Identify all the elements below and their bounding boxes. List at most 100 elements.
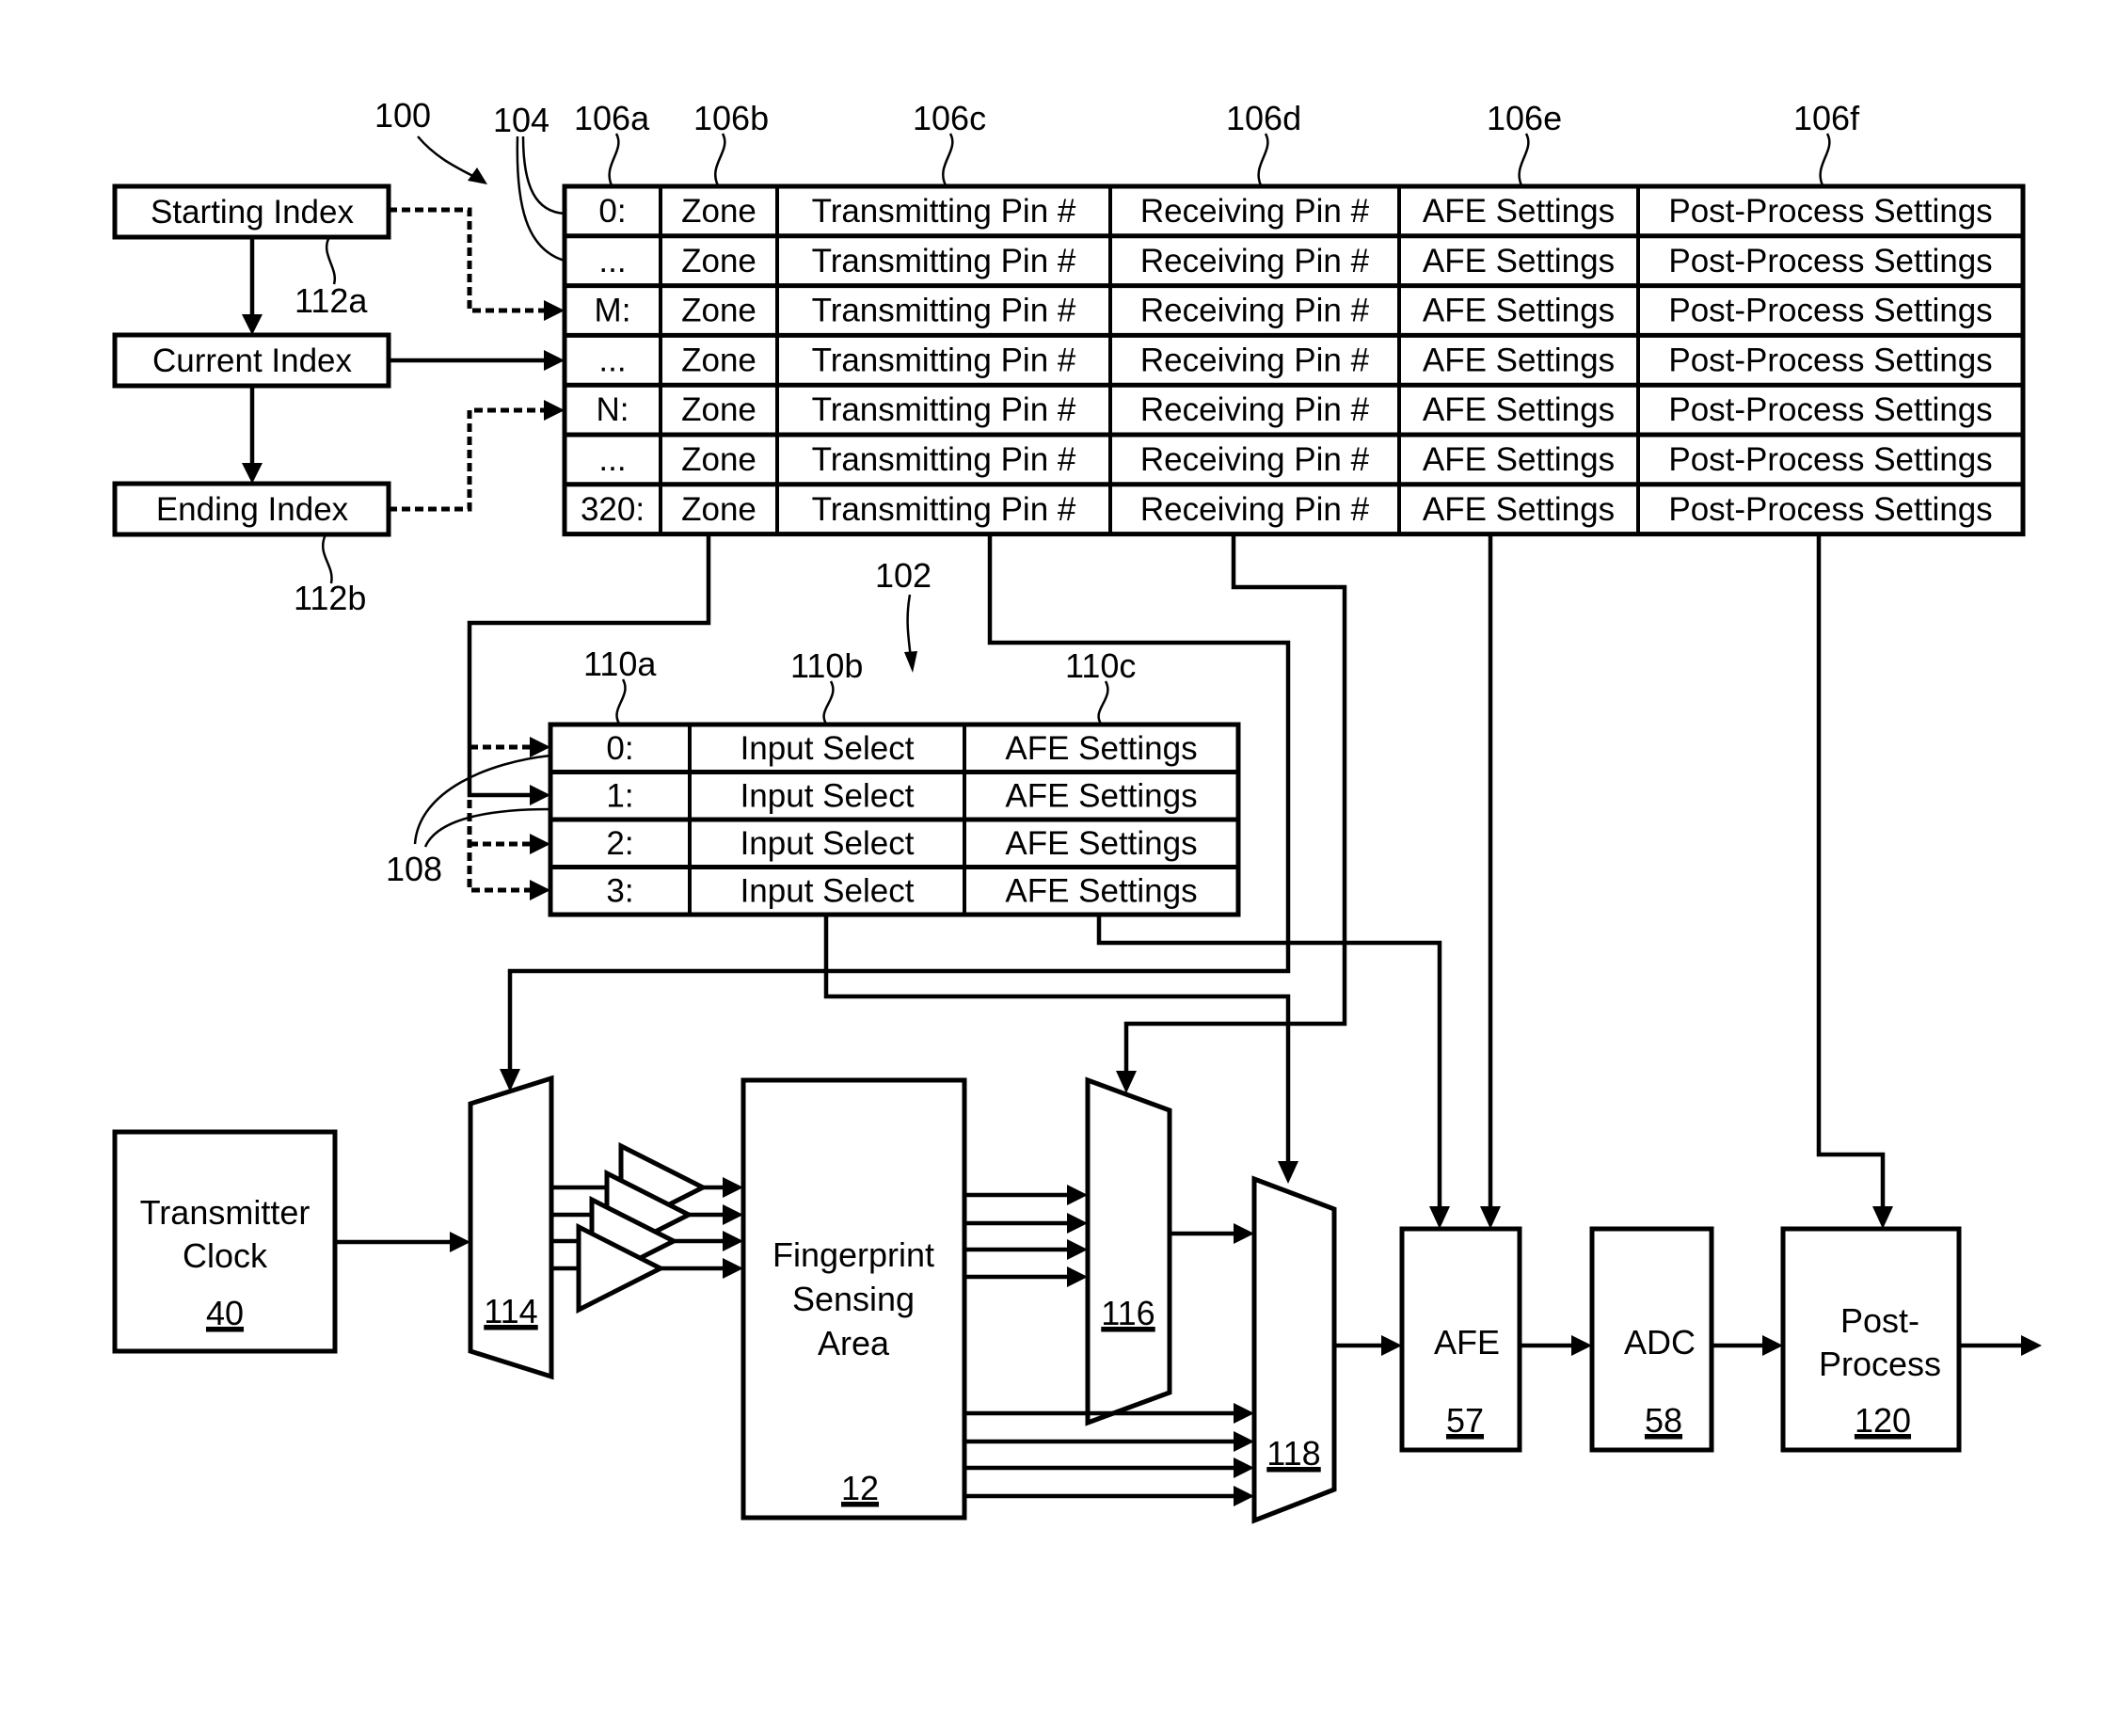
adc-ref: 58 [1645,1401,1682,1440]
ref-label-106f: 106f [1793,99,1860,137]
afe-ref: 57 [1446,1401,1484,1440]
arrowhead [1429,1206,1450,1229]
leader-110b [822,680,835,725]
zone-table-cell: 1: [606,778,633,815]
leader-104-a [521,135,565,215]
leader-106e [1518,133,1530,186]
current-index-label: Current Index [152,342,353,379]
arrowhead [544,300,565,321]
zone-table: 0: Input Select AFE Settings 1: Input Select… [548,722,1241,917]
table-cell: Post-Process Settings [1668,293,1992,329]
table-cell: Transmitting Pin # [812,342,1076,378]
ref-label-110a: 110a [583,645,657,683]
ref-label-110b: 110b [790,646,863,685]
table-cell: Post-Process Settings [1668,391,1992,428]
sensing-to-rx-mux-wires [964,1185,1088,1287]
zone-table-cell: Input Select [741,730,915,767]
table-cell: Zone [681,243,756,279]
leader-106c [942,133,954,186]
table-cell: Receiving Pin # [1140,391,1370,428]
arrowhead [530,880,550,900]
arrowhead [1872,1206,1893,1229]
patent-figure: 100 104 106a 106b 106c 106d 106e 106f St… [112,96,2042,1524]
table-cell: ... [598,441,626,478]
adc-label: ADC [1624,1323,1696,1362]
post-settings-route [1816,534,1886,1209]
table-cell: ... [598,243,626,279]
zone-table-cell: Input Select [741,778,915,815]
sensing-ref: 12 [841,1469,879,1507]
arrowhead [530,737,550,757]
table-cell: Transmitting Pin # [812,491,1076,528]
table-cell: Receiving Pin # [1140,441,1370,478]
table-cell: Receiving Pin # [1140,491,1370,528]
table-cell: 0: [598,193,626,230]
driver-amplifiers [551,1141,743,1314]
table-cell: Post-Process Settings [1668,441,1992,478]
table-cell: Transmitting Pin # [812,391,1076,428]
afe-block: AFE 57 [1399,1226,1522,1453]
table-cell: AFE Settings [1423,491,1615,528]
table-cell: Zone [681,491,756,528]
ref-label-100: 100 [374,96,431,135]
leader-106b [714,133,726,186]
table-cell: Transmitting Pin # [812,293,1076,329]
ref-label-110c: 110c [1065,646,1136,685]
ref-label-106d: 106d [1226,99,1301,137]
arrowhead [1234,1223,1254,1244]
zone-pointers-2-3-dashed [467,800,536,893]
leader-106a [608,133,620,186]
sensing-line3: Area [818,1324,890,1362]
ref-label-108: 108 [386,850,442,888]
table-cell: AFE Settings [1423,193,1615,230]
zone-table-cell: 2: [606,825,633,862]
zone-table-cell: Input Select [741,825,915,862]
table-cell: Post-Process Settings [1668,243,1992,279]
ref-arrow-100 [417,135,483,183]
tx-clock-line2: Clock [183,1236,268,1275]
leader-112b [321,534,333,584]
afe-label: AFE [1434,1323,1500,1362]
leader-110c [1097,680,1109,725]
zone-table-cell: AFE Settings [1005,730,1197,767]
table-cell: 320: [581,491,645,528]
table-cell: Receiving Pin # [1140,342,1370,378]
arrowhead [450,1232,470,1252]
ending-index-box: Ending Index [112,481,391,537]
table-cell: Zone [681,293,756,329]
current-index-box: Current Index [112,332,391,389]
post-line1: Post- [1840,1301,1919,1340]
ref-label-106b: 106b [693,99,769,137]
leader-106d [1257,133,1269,186]
table-cell: Transmitting Pin # [812,193,1076,230]
table-cell: Zone [681,193,756,230]
table-cell: AFE Settings [1423,441,1615,478]
leader-112a [326,236,337,285]
tx-mux-ref: 114 [484,1292,537,1330]
table-cell: AFE Settings [1423,391,1615,428]
zone-table-cell: AFE Settings [1005,778,1197,815]
tx-mux-114: 114 [468,1075,554,1380]
starting-index-label: Starting Index [151,194,354,231]
arrowhead [1278,1161,1298,1184]
table-cell: Zone [681,391,756,428]
table-cell: ... [598,342,626,378]
arrowhead [904,651,917,673]
leader-106f [1819,133,1831,186]
post-line2: Process [1819,1345,1941,1383]
ref-label-106c: 106c [913,99,986,137]
arrowhead [1571,1335,1592,1356]
ref-label-104: 104 [493,101,549,139]
arrowhead [1381,1335,1402,1356]
ref-label-106a: 106a [574,99,650,137]
ref-label-106e: 106e [1487,99,1562,137]
ref-label-112b: 112b [294,579,366,617]
ending-index-label: Ending Index [156,491,349,528]
post-ref: 120 [1855,1401,1911,1440]
end-pointer-dashed [389,407,550,512]
table-cell: AFE Settings [1423,243,1615,279]
table-cell: Post-Process Settings [1668,491,1992,528]
zone-mux-118: 118 [1251,1175,1337,1524]
zone-mux-ref: 118 [1266,1434,1320,1473]
zone-table-cell: 0: [606,730,633,767]
